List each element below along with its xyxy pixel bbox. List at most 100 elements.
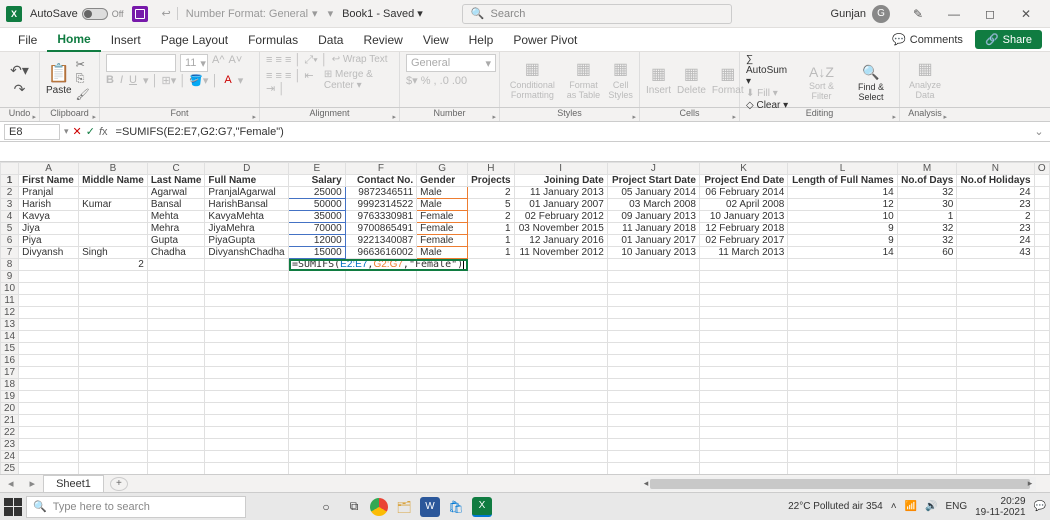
redo-button[interactable]: ↷ bbox=[14, 81, 26, 98]
cell-K20[interactable] bbox=[699, 403, 787, 415]
row-header-25[interactable]: 25 bbox=[1, 463, 19, 475]
cell-N14[interactable] bbox=[957, 331, 1034, 343]
cell-B3[interactable]: Kumar bbox=[79, 199, 148, 211]
file-explorer-icon[interactable]: 🗂 bbox=[392, 495, 416, 519]
cell-N23[interactable] bbox=[957, 439, 1034, 451]
cell-C6[interactable]: Gupta bbox=[147, 235, 205, 247]
cell-C9[interactable] bbox=[147, 271, 205, 283]
row-header-8[interactable]: 8 bbox=[1, 259, 19, 271]
cell-O24[interactable] bbox=[1034, 451, 1049, 463]
cell-L9[interactable] bbox=[788, 271, 897, 283]
cell-D5[interactable]: JiyaMehra bbox=[205, 223, 289, 235]
paste-button[interactable]: 📋 Paste bbox=[46, 63, 72, 96]
col-header-M[interactable]: M bbox=[897, 163, 957, 175]
cell-K4[interactable]: 10 January 2013 bbox=[699, 211, 787, 223]
sheet-tab-1[interactable]: Sheet1 bbox=[43, 475, 104, 492]
cell-L3[interactable]: 12 bbox=[788, 199, 897, 211]
cell-N17[interactable] bbox=[957, 367, 1034, 379]
cell-A14[interactable] bbox=[19, 331, 79, 343]
row-header-9[interactable]: 9 bbox=[1, 271, 19, 283]
cell-B25[interactable] bbox=[79, 463, 148, 475]
row-header-24[interactable]: 24 bbox=[1, 451, 19, 463]
cell-C19[interactable] bbox=[147, 391, 205, 403]
cell-C15[interactable] bbox=[147, 343, 205, 355]
cell-J16[interactable] bbox=[607, 355, 699, 367]
cell-K18[interactable] bbox=[699, 379, 787, 391]
cell-E7[interactable]: 15000 bbox=[289, 247, 346, 259]
cell-D20[interactable] bbox=[205, 403, 289, 415]
cell-A1[interactable]: First Name bbox=[19, 175, 79, 187]
row-header-4[interactable]: 4 bbox=[1, 211, 19, 223]
cell-D11[interactable] bbox=[205, 295, 289, 307]
cell-B15[interactable] bbox=[79, 343, 148, 355]
cell-A16[interactable] bbox=[19, 355, 79, 367]
cell-H13[interactable] bbox=[468, 319, 514, 331]
cell-C24[interactable] bbox=[147, 451, 205, 463]
share-button[interactable]: 🔗 Share bbox=[975, 30, 1042, 49]
cell-H5[interactable]: 1 bbox=[468, 223, 514, 235]
cell-I10[interactable] bbox=[514, 283, 607, 295]
cell-M18[interactable] bbox=[897, 379, 957, 391]
cell-F1[interactable]: Contact No. bbox=[345, 175, 417, 187]
cell-J15[interactable] bbox=[607, 343, 699, 355]
word-icon[interactable]: W bbox=[420, 497, 440, 517]
cell-A21[interactable] bbox=[19, 415, 79, 427]
cell-I8[interactable] bbox=[514, 259, 607, 271]
cell-I20[interactable] bbox=[514, 403, 607, 415]
cell-L18[interactable] bbox=[788, 379, 897, 391]
row-header-6[interactable]: 6 bbox=[1, 235, 19, 247]
cell-G1[interactable]: Gender bbox=[417, 175, 468, 187]
col-header-B[interactable]: B bbox=[79, 163, 148, 175]
cell-H12[interactable] bbox=[468, 307, 514, 319]
cell-H11[interactable] bbox=[468, 295, 514, 307]
cell-F4[interactable]: 9763330981 bbox=[345, 211, 417, 223]
row-header-23[interactable]: 23 bbox=[1, 439, 19, 451]
excel-taskbar-icon[interactable]: X bbox=[472, 497, 492, 517]
cell-D13[interactable] bbox=[205, 319, 289, 331]
cell-E21[interactable] bbox=[289, 415, 346, 427]
cell-A20[interactable] bbox=[19, 403, 79, 415]
cell-K8[interactable] bbox=[699, 259, 787, 271]
cell-L16[interactable] bbox=[788, 355, 897, 367]
cell-K14[interactable] bbox=[699, 331, 787, 343]
cell-G21[interactable] bbox=[417, 415, 468, 427]
cell-L19[interactable] bbox=[788, 391, 897, 403]
cell-L12[interactable] bbox=[788, 307, 897, 319]
cell-D4[interactable]: KavyaMehta bbox=[205, 211, 289, 223]
cell-M10[interactable] bbox=[897, 283, 957, 295]
store-icon[interactable]: 🛍 bbox=[444, 495, 468, 519]
cell-F19[interactable] bbox=[345, 391, 417, 403]
cell-O9[interactable] bbox=[1034, 271, 1049, 283]
tab-power-pivot[interactable]: Power Pivot bbox=[503, 29, 587, 51]
cell-H6[interactable]: 1 bbox=[468, 235, 514, 247]
cell-D21[interactable] bbox=[205, 415, 289, 427]
cell-F12[interactable] bbox=[345, 307, 417, 319]
cell-O25[interactable] bbox=[1034, 463, 1049, 475]
cell-G17[interactable] bbox=[417, 367, 468, 379]
cell-M23[interactable] bbox=[897, 439, 957, 451]
cell-B16[interactable] bbox=[79, 355, 148, 367]
cell-F13[interactable] bbox=[345, 319, 417, 331]
cell-M14[interactable] bbox=[897, 331, 957, 343]
cell-E24[interactable] bbox=[289, 451, 346, 463]
cell-A19[interactable] bbox=[19, 391, 79, 403]
cell-H8[interactable] bbox=[468, 259, 514, 271]
tray-chevron-icon[interactable]: ˄ bbox=[891, 501, 897, 512]
wrap-text-button[interactable]: ↩ Wrap Text bbox=[332, 54, 388, 67]
tab-view[interactable]: View bbox=[413, 29, 459, 51]
cell-E11[interactable] bbox=[289, 295, 346, 307]
cell-M11[interactable] bbox=[897, 295, 957, 307]
cell-C3[interactable]: Bansal bbox=[147, 199, 205, 211]
cell-L13[interactable] bbox=[788, 319, 897, 331]
add-sheet-button[interactable]: + bbox=[110, 477, 128, 491]
tab-home[interactable]: Home bbox=[47, 28, 100, 52]
cell-C1[interactable]: Last Name bbox=[147, 175, 205, 187]
scroll-right-icon[interactable]: ▸ bbox=[1024, 478, 1036, 489]
cell-B20[interactable] bbox=[79, 403, 148, 415]
cell-F23[interactable] bbox=[345, 439, 417, 451]
cell-J8[interactable] bbox=[607, 259, 699, 271]
cell-J23[interactable] bbox=[607, 439, 699, 451]
delete-cells-button[interactable]: ▦Delete bbox=[677, 64, 706, 96]
cell-K19[interactable] bbox=[699, 391, 787, 403]
number-format-qat[interactable]: Number Format: General▾▾ bbox=[177, 7, 333, 20]
